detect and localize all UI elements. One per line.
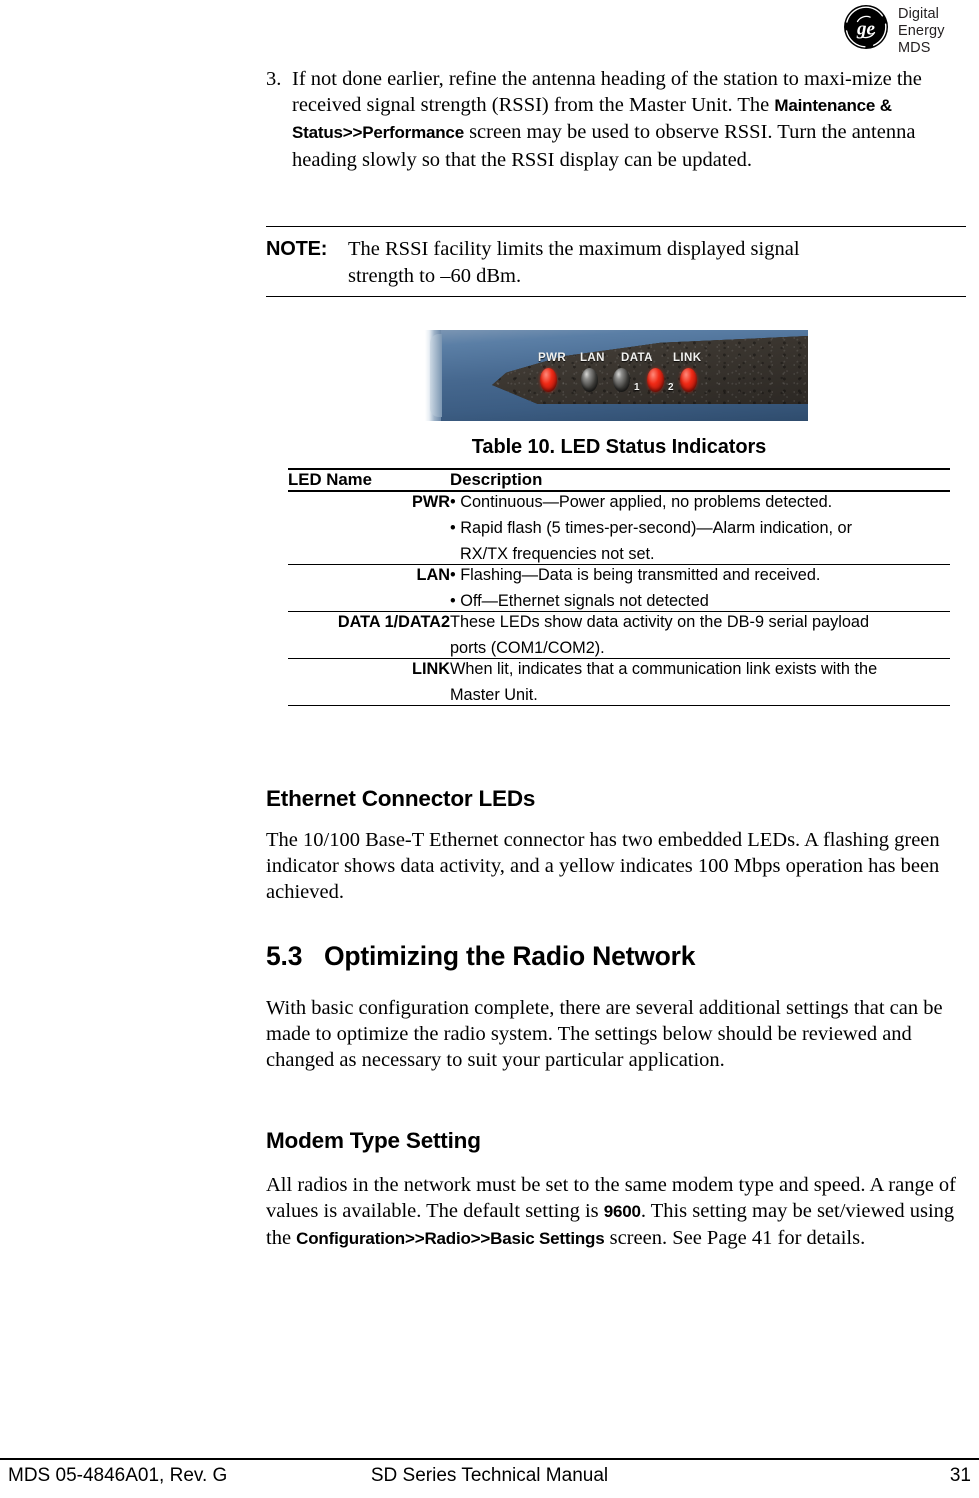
note-callout: NOTE: The RSSI facility limits the maxim…: [266, 226, 966, 297]
table-caption: Table 10. LED Status Indicators: [471, 436, 767, 458]
ge-monogram-icon: ge: [843, 4, 889, 50]
table-cell-led-name: PWR: [412, 493, 450, 511]
modem-text-3: screen. See Page 41 for details.: [604, 1227, 866, 1250]
table-cell-led-name: LINK: [412, 660, 450, 678]
ui-path-configuration-radio-basic-settings: Configuration>>Radio>>Basic Settings: [296, 1229, 605, 1249]
brand-line-1: Digital Energy: [898, 6, 945, 39]
table-row: LINK When lit, indicates that a communic…: [288, 659, 950, 706]
footer-manual-title: SD Series Technical Manual: [370, 1465, 609, 1486]
table-header-description: Description: [450, 470, 543, 489]
table-row: DATA 1/DATA2 These LEDs show data activi…: [288, 612, 950, 659]
svg-text:ge: ge: [856, 19, 876, 40]
brand-logo: ge Digital Energy MDS: [843, 4, 979, 56]
table-row: LAN • Flashing—Data is being transmitted…: [288, 565, 950, 612]
led-data2-indicator: [647, 368, 664, 392]
heading-modem-type-setting: Modem Type Setting: [266, 1128, 481, 1153]
desc-line: When lit, indicates that a communication…: [450, 660, 878, 678]
brand-logo-text: Digital Energy MDS: [898, 4, 979, 57]
radio-front-panel-photo: PWR LAN DATA LINK 1 2: [425, 330, 808, 421]
led-label-lan: LAN: [580, 352, 605, 364]
note-label: NOTE:: [266, 238, 328, 260]
heading-ethernet-connector-leds: Ethernet Connector LEDs: [266, 786, 536, 811]
led-label-data: DATA: [621, 352, 653, 364]
table-cell-led-name: LAN: [416, 566, 450, 584]
footer-rule: [0, 1458, 979, 1460]
desc-line: ports (COM1/COM2).: [450, 639, 605, 657]
desc-line: RX/TX frequencies not set.: [460, 545, 655, 563]
desc-line: • Off—Ethernet signals not detected: [450, 592, 709, 610]
section-number: 5.3: [266, 941, 303, 971]
table-cell-description: • Flashing—Data is being transmitted and…: [450, 565, 950, 612]
table-row: PWR • Continuous—Power applied, no probl…: [288, 492, 950, 565]
table-cell-description: These LEDs show data activity on the DB-…: [450, 612, 950, 659]
table-cell-led-name: DATA 1/DATA2: [337, 613, 450, 631]
table-cell-description: • Continuous—Power applied, no problems …: [450, 492, 950, 565]
desc-line: • Flashing—Data is being transmitted and…: [450, 566, 821, 584]
step-number: 3.: [266, 68, 282, 90]
led-label-pwr: PWR: [538, 352, 567, 364]
heading-optimizing-the-radio-network: 5.3 Optimizing the Radio Network: [266, 941, 696, 972]
led-link-indicator: [680, 368, 697, 392]
led-label-link: LINK: [673, 352, 702, 364]
led-label-group: PWR LAN DATA LINK: [538, 352, 718, 366]
table-rule-bottom: [288, 705, 950, 706]
note-rule-bottom: [266, 296, 966, 297]
photo-left-edge: [425, 330, 442, 421]
desc-line: Master Unit.: [450, 686, 538, 704]
desc-line: These LEDs show data activity on the DB-…: [450, 613, 870, 631]
led-pwr-indicator: [540, 368, 557, 392]
step-body: If not done earlier, refine the antenna …: [292, 66, 966, 173]
paragraph-ethernet-connector-leds: The 10/100 Base-T Ethernet connector has…: [266, 829, 940, 904]
led-data1-indicator: [613, 368, 630, 392]
led-number-1: 1: [634, 382, 640, 393]
brand-line-2: MDS: [898, 40, 931, 56]
modem-default-value: 9600: [603, 1202, 641, 1222]
page-footer: MDS 05-4846A01, Rev. G SD Series Technic…: [0, 1465, 979, 1493]
table-cell-description: When lit, indicates that a communication…: [450, 659, 950, 706]
led-group: 1 2: [538, 368, 718, 394]
desc-line: • Rapid flash (5 times-per-second)—Alarm…: [450, 519, 853, 537]
section-heading-text: Optimizing the Radio Network: [324, 941, 696, 971]
table-header-row: LED Name Description: [288, 470, 950, 491]
numbered-step-3: 3. If not done earlier, refine the anten…: [266, 66, 966, 173]
note-line-2: strength to –60 dBm.: [348, 264, 522, 287]
note-line-1: The RSSI facility limits the maximum dis…: [348, 238, 800, 260]
paragraph-modem-type-setting: All radios in the network must be set to…: [266, 1172, 970, 1253]
desc-line: • Continuous—Power applied, no problems …: [450, 493, 833, 511]
led-lan-indicator: [581, 368, 598, 392]
paragraph-optimizing-the-radio-network: With basic configuration complete, there…: [266, 997, 943, 1072]
led-status-table: LED Name Description PWR • Continuous—Po…: [288, 468, 950, 706]
table-header-led-name: LED Name: [288, 470, 372, 489]
footer-page-number: 31: [949, 1465, 971, 1486]
note-text: The RSSI facility limits the maximum dis…: [348, 236, 966, 289]
led-number-2: 2: [668, 382, 674, 393]
